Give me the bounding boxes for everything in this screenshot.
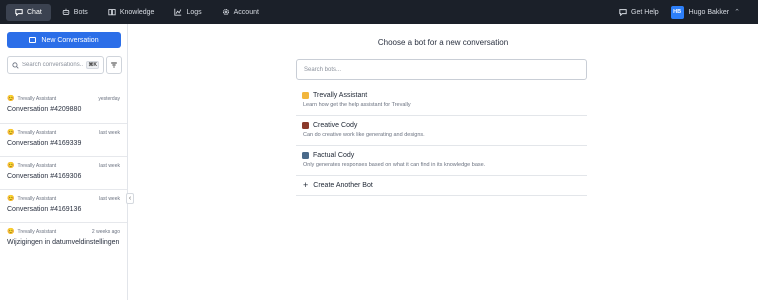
list-item[interactable]: 😊 Trevally Assistant last week Conversatio…: [0, 189, 127, 222]
new-conversation-button[interactable]: New Conversation: [7, 32, 121, 48]
nav-tab-bots[interactable]: Bots: [53, 4, 97, 21]
page-title: Choose a bot for a new conversation: [377, 38, 509, 47]
creative-cody-icon: [302, 122, 309, 129]
bot-description: Learn how get the help assistant for Tre…: [303, 102, 411, 108]
bot-option-creative-cody[interactable]: Creative Cody Can do creative work like …: [296, 116, 587, 146]
get-help-label: Get Help: [631, 8, 659, 16]
help-chat-icon: [619, 9, 627, 16]
chevron-updown-icon: ⌃: [734, 9, 740, 16]
topbar-right: Get Help HB Hugo Bakker ⌃: [619, 5, 752, 19]
user-menu[interactable]: HB Hugo Bakker ⌃: [670, 5, 740, 19]
conversation-time: last week: [99, 129, 120, 136]
bot-list: Trevally Assistant Learn how get the hel…: [296, 86, 587, 196]
bot-name: Factual Cody: [313, 152, 355, 159]
bot-search-placeholder: Search bots...: [304, 66, 342, 73]
new-chat-icon: [29, 37, 37, 43]
book-icon: [108, 9, 116, 16]
conversation-time: last week: [99, 162, 120, 169]
conversation-bot: Trevally Assistant: [17, 228, 57, 235]
conversation-title: Conversation #4169136: [7, 206, 82, 213]
bot-description: Can do creative work like generating and…: [303, 132, 425, 138]
keyboard-shortcut-badge: ⌘K: [86, 61, 99, 69]
new-conversation-label: New Conversation: [41, 36, 99, 44]
search-placeholder: Search conversations...: [22, 62, 84, 68]
nav-tab-knowledge[interactable]: Knowledge: [99, 4, 164, 21]
plus-icon: +: [303, 180, 309, 190]
nav-tab-label: Account: [233, 8, 259, 16]
bot-icon: [62, 8, 70, 15]
nav-tab-label: Logs: [186, 8, 202, 16]
conversation-title: Conversation #4169306: [7, 173, 82, 180]
user-name: Hugo Bakker: [688, 8, 730, 16]
bot-emoji-icon: 😊: [7, 96, 15, 102]
top-navigation-bar: Chat Bots Knowledge Logs Account Get Hel…: [0, 0, 758, 24]
conversation-bot: Trevally Assistant: [17, 129, 57, 136]
bot-option-factual-cody[interactable]: Factual Cody Only generates responses ba…: [296, 146, 587, 176]
conversation-time: 2 weeks ago: [91, 228, 120, 235]
conversation-time: last week: [99, 195, 120, 202]
bot-emoji-icon: 😊: [7, 130, 15, 136]
bot-emoji-icon: 😊: [7, 163, 15, 169]
avatar: HB: [670, 5, 684, 19]
conversation-title: Conversation #4209880: [7, 106, 82, 113]
main-panel: Choose a bot for a new conversation Sear…: [128, 24, 758, 300]
chat-icon: [15, 9, 23, 16]
list-item[interactable]: 😊 Trevally Assistant last week Conversatio…: [0, 156, 127, 189]
conversation-title: Wijzigingen in datumveldinstellingen: [7, 239, 120, 246]
bot-emoji-icon: 😊: [7, 229, 15, 235]
filter-icon: [111, 62, 117, 68]
list-item[interactable]: 😊 Trevally Assistant 2 weeks ago Wijziging…: [0, 222, 127, 255]
chart-icon: [174, 8, 182, 16]
factual-cody-icon: [302, 152, 309, 159]
conversation-bot: Trevally Assistant: [17, 162, 57, 169]
nav-tab-label: Bots: [73, 8, 88, 16]
conversation-bot: Trevally Assistant: [17, 95, 57, 102]
nav-tab-account[interactable]: Account: [213, 4, 268, 21]
bot-emoji-icon: 😊: [7, 196, 15, 202]
conversation-title: Conversation #4169339: [7, 140, 82, 147]
list-item[interactable]: 😊 Trevally Assistant last week Conversatio…: [0, 123, 127, 156]
nav-tab-label: Knowledge: [119, 8, 155, 16]
bot-description: Only generates responses based on what i…: [303, 162, 486, 168]
gear-icon: [222, 8, 229, 16]
conversation-sidebar: New Conversation Search conversations...…: [0, 24, 128, 300]
trevally-bot-icon: [302, 92, 309, 99]
nav-tab-chat[interactable]: Chat: [6, 3, 51, 21]
bot-name: Trevally Assistant: [313, 92, 368, 99]
bot-name: Creative Cody: [313, 122, 358, 129]
filter-button[interactable]: [106, 56, 122, 74]
conversation-search-input[interactable]: Search conversations... ⌘K: [7, 56, 104, 74]
conversation-time: yesterday: [98, 95, 120, 102]
create-another-bot-button[interactable]: + Create Another Bot: [296, 176, 587, 196]
main-nav: Chat Bots Knowledge Logs Account: [6, 0, 268, 24]
conversation-bot: Trevally Assistant: [17, 195, 57, 202]
conversation-list: 😊 Trevally Assistant yesterday Conversatio…: [0, 90, 127, 255]
create-bot-label: Create Another Bot: [313, 182, 373, 189]
bot-option-trevally-assistant[interactable]: Trevally Assistant Learn how get the hel…: [296, 86, 587, 116]
bot-search-input[interactable]: Search bots...: [296, 59, 587, 80]
search-icon: [12, 61, 19, 69]
nav-tab-label: Chat: [27, 8, 42, 16]
list-item[interactable]: 😊 Trevally Assistant yesterday Conversatio…: [0, 90, 127, 123]
get-help-button[interactable]: Get Help: [619, 8, 659, 16]
nav-tab-logs[interactable]: Logs: [165, 4, 210, 21]
